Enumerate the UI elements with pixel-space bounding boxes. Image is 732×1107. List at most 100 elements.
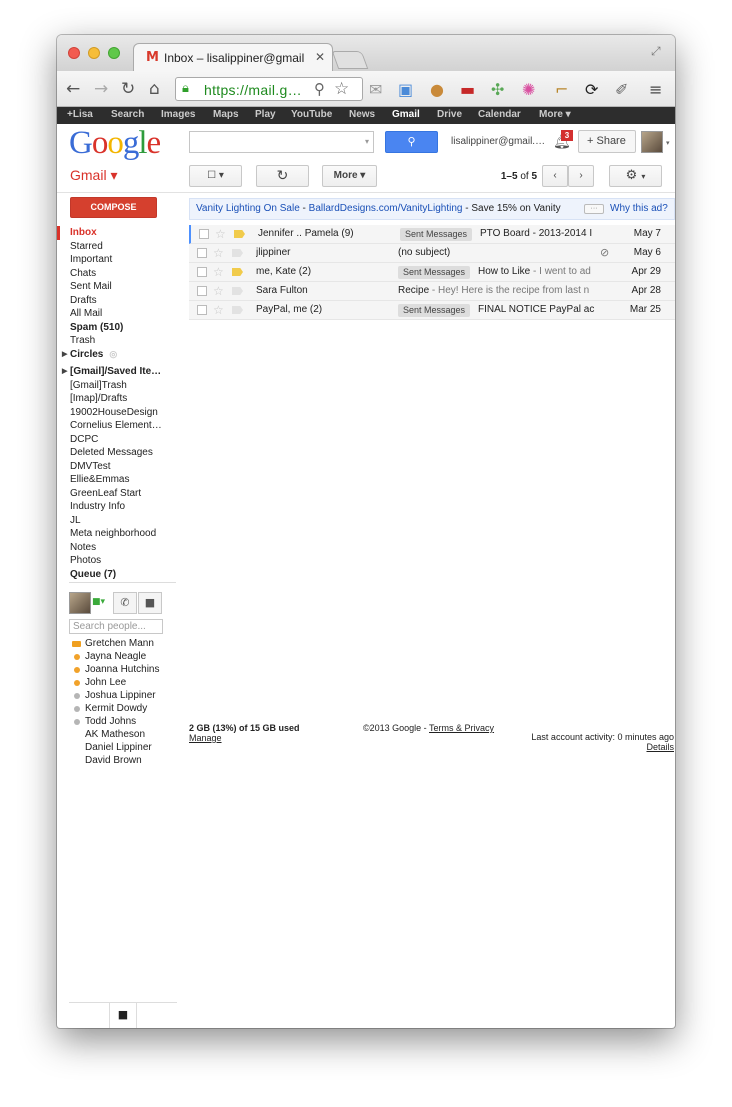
gbar-item-play[interactable]: Play (255, 109, 276, 120)
nav-item[interactable]: Cornelius Element… (57, 419, 182, 433)
select-button[interactable]: ☐ ▾ (189, 165, 242, 187)
account-email[interactable]: lisalippiner@gmail.… (451, 136, 547, 147)
gbar-item-drive[interactable]: Drive (437, 109, 462, 120)
nav-item[interactable]: [Imap]/Drafts (57, 392, 182, 406)
gmail-menu-label[interactable]: Gmail ▾ (70, 167, 117, 184)
message-label-badge[interactable]: Sent Messages (398, 266, 471, 279)
contact-item[interactable]: John Lee (71, 676, 181, 689)
nav-item[interactable]: GreenLeaf Start (57, 487, 182, 501)
details-link[interactable]: Details (646, 742, 674, 752)
importance-marker-icon[interactable] (234, 230, 245, 238)
message-checkbox[interactable] (199, 229, 209, 239)
zoom-window-button[interactable] (108, 47, 120, 59)
nav-item[interactable]: JL (57, 514, 182, 528)
contact-item[interactable]: Jayna Neagle (71, 650, 181, 663)
importance-marker-icon[interactable] (232, 287, 243, 295)
gbar-item-maps[interactable]: Maps (213, 109, 239, 120)
refresh-button[interactable]: ↻ (256, 165, 309, 187)
older-button[interactable]: › (568, 165, 594, 187)
gbar-item-gmail[interactable]: Gmail (392, 109, 420, 120)
nav-item[interactable]: Drafts (57, 294, 182, 308)
account-chevron-down-icon[interactable]: ▾ (666, 139, 670, 147)
nav-item[interactable]: Spam (510) (57, 321, 182, 335)
resize-extension-icon[interactable]: ✣ (491, 80, 504, 99)
gbar-item-images[interactable]: Images (161, 109, 195, 120)
newer-button[interactable]: ‹ (542, 165, 568, 187)
nav-item[interactable]: ▶ Circles ◎ (57, 348, 182, 362)
contact-item[interactable]: Joanna Hutchins (71, 663, 181, 676)
importance-marker-icon[interactable] (232, 268, 243, 276)
terms-privacy-link[interactable]: Terms & Privacy (429, 723, 494, 733)
star-icon[interactable]: ☆ (213, 244, 224, 262)
minimize-window-button[interactable] (88, 47, 100, 59)
search-icon[interactable]: ⚲ (314, 80, 325, 98)
forward-icon[interactable]: → (94, 79, 108, 99)
nav-item[interactable]: Industry Info (57, 500, 182, 514)
share-button[interactable]: + Share (578, 130, 636, 153)
message-row[interactable]: ☆ Sara Fulton Recipe - Hey! Here is the re… (189, 282, 675, 301)
google-logo[interactable]: Google (69, 125, 161, 162)
nav-item[interactable]: Notes (57, 541, 182, 555)
message-checkbox[interactable] (197, 248, 207, 258)
fullscreen-icon[interactable]: ⤢ (651, 44, 661, 59)
nav-item[interactable]: Deleted Messages (57, 446, 182, 460)
nav-item[interactable]: DCPC (57, 433, 182, 447)
manage-storage-link[interactable]: Manage (189, 733, 222, 743)
gbar-item-calendar[interactable]: Calendar (478, 109, 521, 120)
home-icon[interactable]: ⌂ (149, 79, 160, 99)
tab-close-icon[interactable]: ✕ (315, 50, 325, 64)
screen-capture-extension-icon[interactable]: ▣ (398, 80, 413, 99)
gbar-item-search[interactable]: Search (111, 109, 144, 120)
expand-triangle-icon[interactable]: ▶ (62, 365, 67, 379)
importance-marker-icon[interactable] (232, 249, 243, 257)
importance-marker-icon[interactable] (232, 306, 243, 314)
message-checkbox[interactable] (197, 267, 207, 277)
couch-extension-icon[interactable]: ▬ (460, 80, 475, 99)
nav-item[interactable]: 19002HouseDesign (57, 406, 182, 420)
message-checkbox[interactable] (197, 305, 207, 315)
why-this-ad-link[interactable]: Why this ad? (610, 199, 668, 219)
nav-item[interactable]: Starred (57, 240, 182, 254)
gbar-item-more[interactable]: More ▾ (539, 109, 571, 120)
tab-inbox[interactable]: M Inbox – lisalippiner@gmail ✕ (133, 43, 333, 71)
nav-item[interactable]: ▶ [Gmail]/Saved Ite… (57, 365, 182, 379)
chat-avatar[interactable] (69, 592, 91, 614)
address-bar[interactable]: 🔒︎ https://mail.g… ⚲ ☆ (175, 77, 363, 101)
nav-item[interactable]: Sent Mail (57, 280, 182, 294)
close-window-button[interactable] (68, 47, 80, 59)
more-actions-button[interactable]: More ▾ (322, 165, 377, 187)
ruler-extension-icon[interactable]: ⌐ (555, 80, 568, 99)
nav-item[interactable]: Chats (57, 267, 182, 281)
nav-item[interactable]: Important (57, 253, 182, 267)
message-row[interactable]: ☆ PayPal, me (2) Sent Messages FINAL NOTICE… (189, 301, 675, 320)
gbar-item-youtube[interactable]: YouTube (291, 109, 332, 120)
settings-button[interactable]: ⚙ ▾ (609, 165, 662, 187)
mail-search-input[interactable]: ▾ (189, 131, 374, 153)
contact-item[interactable]: Gretchen Mann (71, 637, 181, 650)
nav-item[interactable]: Queue (7) (57, 568, 182, 582)
nav-item[interactable]: Inbox (57, 226, 182, 240)
gbar-item-news[interactable]: News (349, 109, 375, 120)
compose-button[interactable]: COMPOSE (70, 197, 157, 218)
search-options-chevron-down-icon[interactable]: ▾ (365, 137, 369, 146)
star-icon[interactable]: ☆ (213, 282, 224, 300)
nav-item[interactable]: All Mail (57, 307, 182, 321)
star-icon[interactable]: ☆ (215, 225, 226, 243)
message-label-badge[interactable]: Sent Messages (400, 228, 473, 241)
star-icon[interactable]: ☆ (213, 301, 224, 319)
mail-extension-icon[interactable]: ✉ (369, 80, 382, 99)
notification-count-badge[interactable]: 3 (561, 130, 573, 141)
nav-item[interactable]: Trash (57, 334, 182, 348)
message-row[interactable]: ☆ Jennifer .. Pamela (9) Sent Messages PTO … (189, 225, 675, 244)
search-people-input[interactable]: Search people... (69, 619, 163, 634)
search-button[interactable]: ⚲ (385, 131, 438, 153)
star-icon[interactable]: ☆ (213, 263, 224, 281)
message-row[interactable]: ☆ me, Kate (2) Sent Messages How to Like - … (189, 263, 675, 282)
ad-url[interactable]: BallardDesigns.com/VanityLighting (309, 203, 463, 214)
video-call-button[interactable]: ■ (138, 592, 162, 614)
nav-item[interactable]: [Gmail]Trash (57, 379, 182, 393)
video-status-icon[interactable]: ■▾ (92, 597, 105, 607)
new-tab-button[interactable] (331, 51, 369, 69)
expand-triangle-icon[interactable]: ▶ (62, 348, 67, 362)
nav-item[interactable]: Photos (57, 554, 182, 568)
